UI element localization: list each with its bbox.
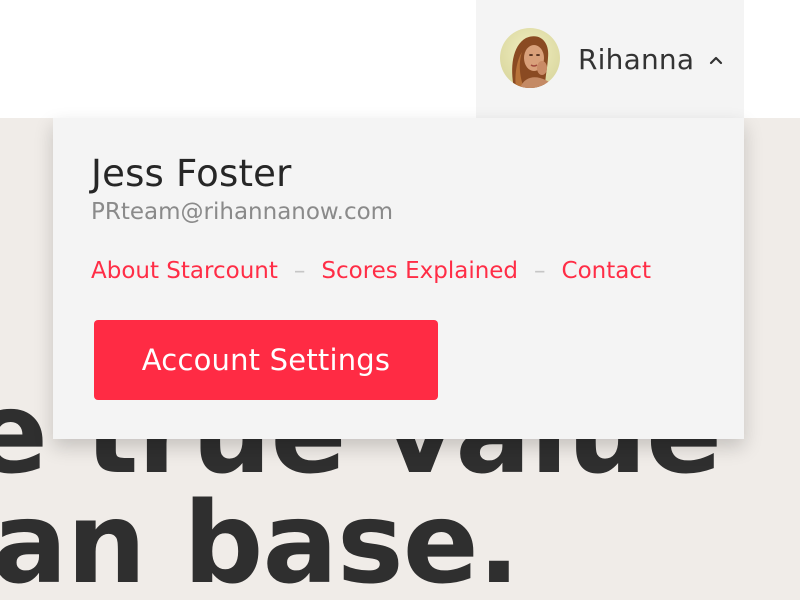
user-email: PRteam@rihannanow.com [91, 199, 394, 225]
page: e true value an base. [0, 0, 800, 600]
account-name: Rihanna [578, 43, 695, 76]
link-scores-explained[interactable]: Scores Explained [321, 258, 518, 284]
avatar [500, 28, 560, 88]
user-name: Jess Foster [91, 152, 292, 195]
dropdown-links: About Starcount – Scores Explained – Contact [91, 256, 651, 286]
chevron-up-icon [709, 56, 723, 65]
avatar-image [500, 28, 560, 88]
account-menu-button[interactable]: Rihanna [476, 0, 744, 118]
link-contact[interactable]: Contact [562, 258, 651, 284]
hero-headline-line-2: an base. [0, 479, 520, 600]
account-settings-button[interactable]: Account Settings [94, 320, 438, 400]
link-about-starcount[interactable]: About Starcount [91, 258, 278, 284]
link-separator: – [534, 258, 546, 284]
top-header: Rihanna [0, 0, 800, 118]
account-dropdown: Jess Foster PRteam@rihannanow.com About … [53, 118, 744, 439]
link-separator: – [293, 258, 306, 284]
